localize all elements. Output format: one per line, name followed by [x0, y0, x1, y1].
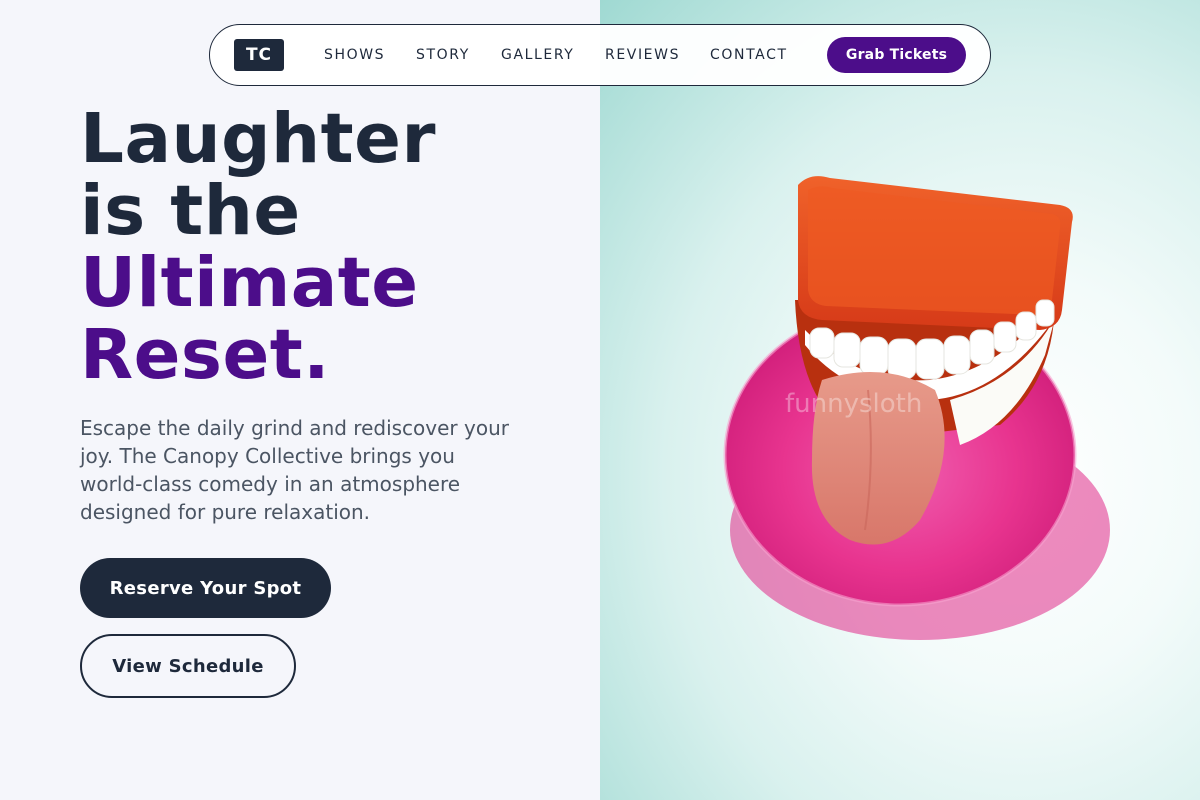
- headline-line-4: Reset.: [80, 315, 330, 395]
- hero-subtext: Escape the daily grind and rediscover yo…: [80, 416, 509, 524]
- wind-up-teeth-illustration: funnysloth: [723, 176, 1110, 640]
- watermark-text: funnysloth: [785, 389, 922, 419]
- nav-link-gallery[interactable]: GALLERY: [501, 47, 574, 63]
- grab-tickets-button[interactable]: Grab Tickets: [827, 37, 966, 73]
- hero-left-panel: Laughter is the Ultimate Reset. Escape t…: [0, 0, 600, 800]
- headline-line-3: Ultimate: [80, 243, 419, 323]
- nav-link-contact[interactable]: CONTACT: [710, 47, 788, 63]
- headline-line-2: is the: [80, 171, 301, 251]
- hero-headline: Laughter is the Ultimate Reset.: [80, 103, 436, 391]
- hero-image-wind-up-teeth: funnysloth: [600, 0, 1200, 800]
- nav-link-shows[interactable]: SHOWS: [324, 47, 385, 63]
- logo[interactable]: TC: [234, 39, 284, 71]
- top-navigation: TC SHOWS STORY GALLERY REVIEWS CONTACT G…: [209, 24, 991, 86]
- page: Laughter is the Ultimate Reset. Escape t…: [0, 0, 1200, 800]
- view-schedule-button[interactable]: View Schedule: [80, 634, 296, 698]
- nav-link-story[interactable]: STORY: [416, 47, 470, 63]
- headline-line-1: Laughter: [80, 99, 436, 179]
- nav-link-reviews[interactable]: REVIEWS: [605, 47, 680, 63]
- reserve-spot-button[interactable]: Reserve Your Spot: [80, 558, 331, 618]
